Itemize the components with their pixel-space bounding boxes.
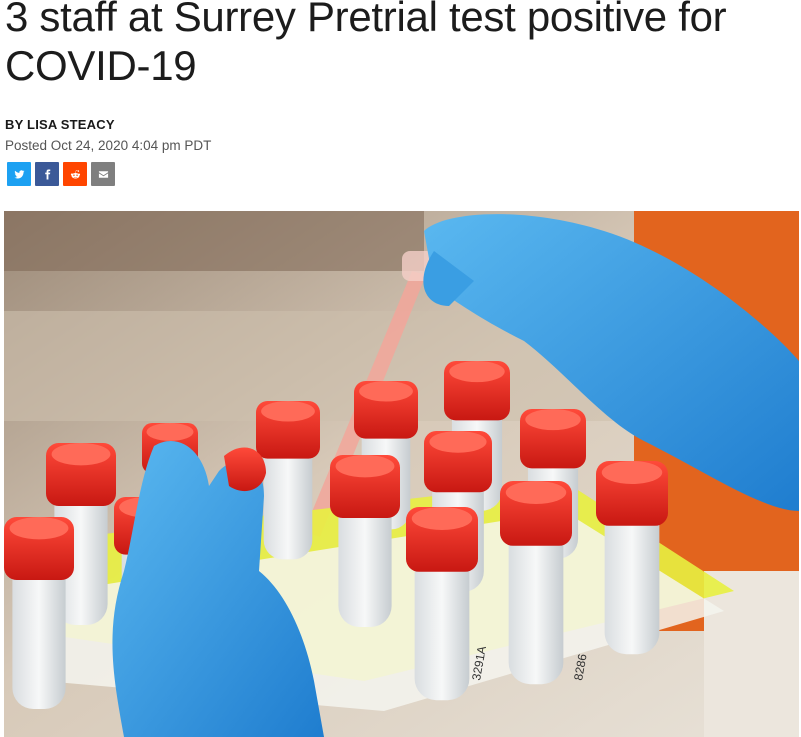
twitter-icon [13, 169, 25, 178]
email-icon [98, 170, 108, 178]
test-tube-body [414, 550, 470, 701]
test-tube-cap-top [9, 517, 69, 540]
article-photo: 3291A 8286 [4, 211, 799, 737]
share-bar [7, 162, 115, 186]
share-twitter-button[interactable] [7, 162, 31, 186]
test-tube-cap-top [525, 409, 581, 431]
test-tube-cap-top [449, 361, 505, 383]
test-tube-cap-top [411, 507, 473, 531]
test-tube-cap-top [505, 481, 567, 505]
test-tube-body [12, 559, 66, 709]
facebook-icon [44, 168, 50, 180]
covid-test-tubes-photo: 3291A 8286 [4, 211, 799, 737]
test-tube-cap-top [146, 423, 194, 441]
posted-date: Posted Oct 24, 2020 4:04 pm PDT [5, 138, 212, 153]
test-tube-cap-top [601, 461, 663, 485]
share-email-button[interactable] [91, 162, 115, 186]
test-tube-cap-top [261, 401, 315, 422]
test-tube-body [508, 524, 564, 685]
test-tube-cap-top [335, 455, 395, 478]
byline-prefix: BY [5, 117, 24, 132]
article-headline: 3 staff at Surrey Pretrial test positive… [5, 0, 727, 89]
share-reddit-button[interactable] [63, 162, 87, 186]
test-tube-body [604, 504, 660, 655]
reddit-icon [70, 169, 80, 178]
test-tube-cap-top [359, 381, 413, 402]
test-tube-cap-top [51, 443, 111, 466]
author-link[interactable]: LISA STEACY [27, 117, 115, 132]
share-facebook-button[interactable] [35, 162, 59, 186]
byline: BY LISA STEACY [5, 117, 115, 132]
test-tube-cap-top [429, 431, 487, 453]
